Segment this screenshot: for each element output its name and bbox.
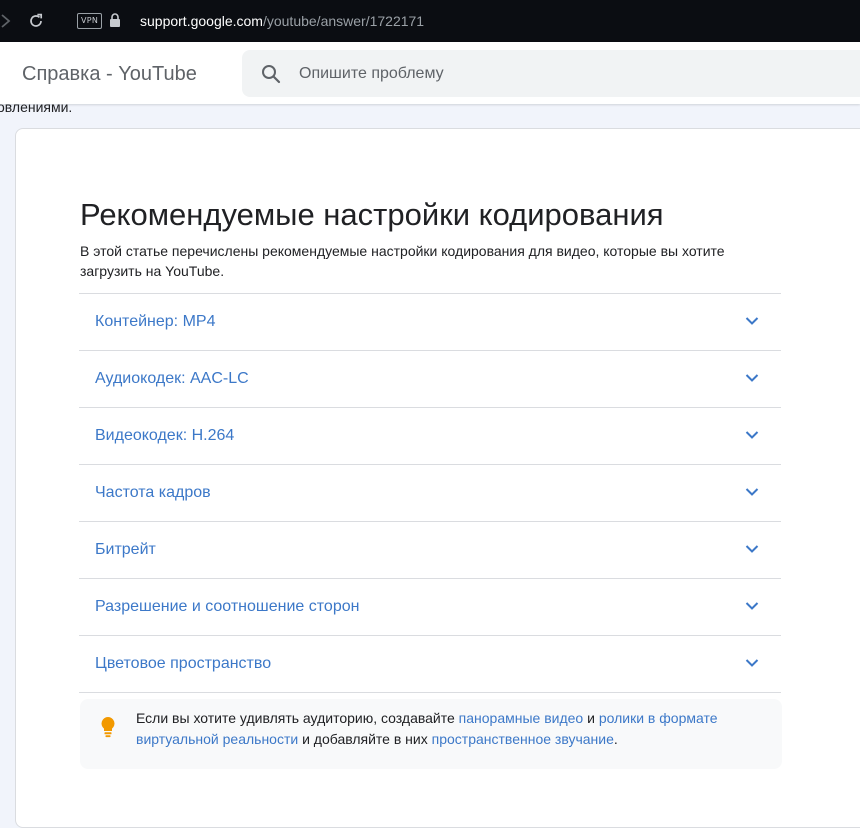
tip-text-part: и xyxy=(583,710,599,726)
notice-banner: овлениями. xyxy=(0,104,860,128)
accordion-label: Разрешение и соотношение сторон xyxy=(95,598,360,615)
chevron-down-icon[interactable] xyxy=(745,373,759,383)
link-panoramic-video[interactable]: панорамные видео xyxy=(459,710,584,726)
search-box[interactable] xyxy=(242,50,860,97)
accordion-label: Контейнер: MP4 xyxy=(95,313,216,330)
accordion-label: Частота кадров xyxy=(95,484,211,501)
settings-accordion: Контейнер: MP4 Аудиокодек: AAC-LC Видеок… xyxy=(79,293,781,693)
accordion-item-resolution[interactable]: Разрешение и соотношение сторон xyxy=(79,579,781,636)
browser-toolbar: VPN support.google.com/youtube/answer/17… xyxy=(0,0,860,42)
accordion-label: Битрейт xyxy=(95,541,156,558)
chevron-right-icon[interactable] xyxy=(0,13,14,29)
tip-text: Если вы хотите удивлять аудиторию, созда… xyxy=(136,708,746,750)
reload-icon[interactable] xyxy=(27,12,45,30)
notice-text: овлениями. xyxy=(0,104,73,115)
accordion-item-frame-rate[interactable]: Частота кадров xyxy=(79,465,781,522)
tip-text-part: . xyxy=(613,731,618,747)
url-host: support.google.com xyxy=(140,13,263,29)
tip-text-part: Если вы хотите удивлять аудиторию, созда… xyxy=(136,710,459,726)
accordion-item-video-codec[interactable]: Видеокодек: H.264 xyxy=(79,408,781,465)
address-bar-url[interactable]: support.google.com/youtube/answer/172217… xyxy=(140,12,424,30)
lightbulb-icon xyxy=(101,717,115,738)
site-header: Справка - YouTube xyxy=(0,42,860,104)
lock-icon[interactable] xyxy=(109,12,121,28)
accordion-item-audio-codec[interactable]: Аудиокодек: AAC-LC xyxy=(79,351,781,408)
accordion-item-bitrate[interactable]: Битрейт xyxy=(79,522,781,579)
vpn-badge[interactable]: VPN xyxy=(77,13,103,29)
accordion-label: Цветовое пространство xyxy=(95,655,272,672)
link-spatial-audio[interactable]: пространственное звучание xyxy=(432,731,614,747)
accordion-item-color-space[interactable]: Цветовое пространство xyxy=(79,636,781,693)
chevron-down-icon[interactable] xyxy=(745,658,759,668)
product-title[interactable]: Справка - YouTube xyxy=(22,62,197,86)
chevron-down-icon[interactable] xyxy=(745,544,759,554)
tip-text-part: и добавляйте в них xyxy=(298,731,432,747)
chevron-down-icon[interactable] xyxy=(745,430,759,440)
accordion-label: Аудиокодек: AAC-LC xyxy=(95,370,249,387)
chevron-down-icon[interactable] xyxy=(745,487,759,497)
chevron-down-icon[interactable] xyxy=(745,601,759,611)
chevron-down-icon[interactable] xyxy=(745,316,759,326)
tip-callout: Если вы хотите удивлять аудиторию, созда… xyxy=(80,699,782,769)
article-intro: В этой статье перечислены рекомендуемые … xyxy=(80,243,725,279)
url-path: /youtube/answer/1722171 xyxy=(262,13,425,29)
accordion-label: Видеокодек: H.264 xyxy=(95,427,235,444)
search-icon[interactable] xyxy=(260,63,282,85)
article-title: Рекомендуемые настройки кодирования xyxy=(80,197,664,232)
search-input[interactable] xyxy=(299,50,819,97)
accordion-item-container[interactable]: Контейнер: MP4 xyxy=(79,294,781,351)
